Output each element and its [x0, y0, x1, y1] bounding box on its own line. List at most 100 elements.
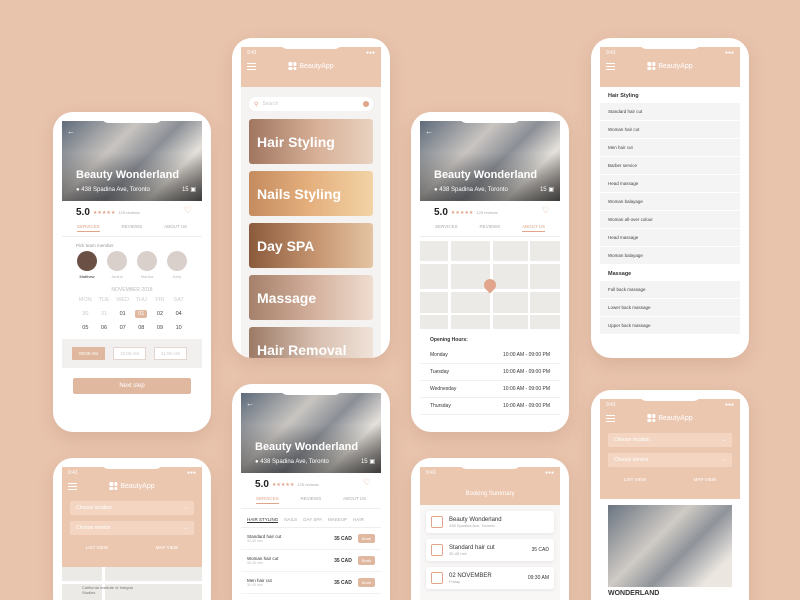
app-logo: BeautyApp: [109, 482, 155, 490]
back-arrow-icon[interactable]: ←: [246, 399, 254, 408]
calendar-day[interactable]: 05: [76, 325, 95, 331]
tab-reviews[interactable]: REVIEWS: [122, 224, 143, 232]
tab-nails[interactable]: NAILS: [284, 517, 297, 523]
back-arrow-icon[interactable]: ←: [67, 127, 75, 136]
review-count[interactable]: 125 reviews: [118, 210, 139, 215]
list-item[interactable]: Full back massage: [600, 281, 740, 299]
list-item[interactable]: Men hair cut: [600, 139, 740, 157]
calendar-day[interactable]: 09: [151, 325, 170, 331]
category-nails-styling[interactable]: Nails Styling: [249, 171, 373, 216]
filter-icon[interactable]: [363, 101, 369, 107]
calendar-icon: [431, 572, 443, 584]
heart-icon[interactable]: ♡: [184, 205, 192, 216]
notch: [638, 38, 702, 49]
list-item[interactable]: Barber service: [600, 157, 740, 175]
book-button[interactable]: Book: [357, 534, 375, 543]
location-select[interactable]: Choose location ⌄: [608, 433, 732, 447]
service-select[interactable]: Choose service ⌄: [608, 453, 732, 467]
list-item[interactable]: Woman hair cut: [600, 121, 740, 139]
list-item[interactable]: Head massage: [600, 229, 740, 247]
tab-map-view[interactable]: MAP VIEW: [694, 477, 716, 482]
expert-option[interactable]: Martha: [137, 251, 157, 279]
menu-icon[interactable]: [606, 62, 615, 70]
tab-reviews[interactable]: REVIEWS: [480, 224, 501, 232]
menu-icon[interactable]: [247, 62, 256, 70]
category-day-spa[interactable]: Day SPA: [249, 223, 373, 268]
salon-card[interactable]: WONDERLAND: [608, 505, 732, 600]
search-input[interactable]: ⚲ Search: [249, 97, 373, 111]
list-item[interactable]: Lower back massage: [600, 299, 740, 317]
tab-reviews[interactable]: REVIEWS: [301, 496, 322, 504]
calendar-day[interactable]: 04: [169, 311, 188, 317]
time-slot[interactable]: 11:00 AM: [154, 347, 187, 360]
time-slot[interactable]: 09:00 AM: [72, 347, 106, 360]
calendar-day-selected[interactable]: 01: [132, 310, 151, 318]
calendar-day[interactable]: 06: [95, 325, 114, 331]
tab-day-spa[interactable]: DAY SPA: [303, 517, 322, 523]
tab-map-view[interactable]: MAP VIEW: [156, 545, 178, 550]
tab-services[interactable]: SERVICES: [435, 224, 458, 232]
menu-icon[interactable]: [68, 482, 77, 490]
rating-value: 5.0: [255, 479, 269, 490]
calendar-day[interactable]: 02: [151, 311, 170, 317]
category-hair-styling[interactable]: Hair Styling: [249, 119, 373, 164]
tab-about[interactable]: ABOUT US: [164, 224, 187, 232]
list-item[interactable]: Head massage: [600, 175, 740, 193]
notch: [100, 112, 164, 123]
tab-services[interactable]: SERVICES: [255, 496, 279, 504]
rating-stars: ★★★★★: [92, 209, 116, 216]
photo-count[interactable]: 15 ▣: [182, 186, 196, 193]
phone-about: ← Beauty Wonderland ● 438 Spadina Ave, T…: [411, 112, 569, 432]
calendar-day: 31: [100, 311, 108, 317]
expert-option[interactable]: Kelly: [167, 251, 187, 279]
photo-count[interactable]: 15 ▣: [540, 186, 554, 193]
service-row: Woman hair cut 30-45 min 35 CAD Book: [241, 550, 381, 572]
list-item[interactable]: Woman balayage: [600, 247, 740, 265]
tab-hair-styling[interactable]: HAIR STYLING: [247, 517, 279, 523]
review-count[interactable]: 125 reviews: [476, 210, 497, 215]
location-select[interactable]: Choose location ⌄: [70, 501, 194, 515]
expert-option[interactable]: Matthew: [77, 251, 97, 279]
service-select[interactable]: Choose service ⌄: [70, 521, 194, 535]
list-item[interactable]: Standard hair cut: [600, 103, 740, 121]
hours-row: Monday 10:00 AM - 09:00 PM: [420, 347, 560, 364]
tab-makeup[interactable]: MAKEUP: [328, 517, 347, 523]
heart-icon[interactable]: ♡: [542, 205, 550, 216]
category-massage[interactable]: Massage: [249, 275, 373, 320]
calendar-day[interactable]: 07: [113, 325, 132, 331]
service-row: Standard hair cut 30-45 min 35 CAD Book: [241, 528, 381, 550]
book-button[interactable]: Book: [357, 556, 375, 565]
results-map[interactable]: California Institute of Integral Studies: [62, 567, 202, 600]
calendar-day[interactable]: 08: [132, 325, 151, 331]
calendar-day[interactable]: 10: [169, 325, 188, 331]
service-category-tabs: HAIR STYLING NAILS DAY SPA MAKEUP HAIR: [241, 509, 381, 528]
time-slot[interactable]: 10:00 AM: [113, 347, 147, 360]
tab-list-view[interactable]: LIST VIEW: [86, 545, 108, 550]
menu-icon[interactable]: [606, 414, 615, 422]
review-count[interactable]: 125 reviews: [297, 482, 318, 487]
phone-booking: ← Beauty Wonderland ● 438 Spadina Ave, T…: [53, 112, 211, 432]
category-hair-removal[interactable]: Hair Removal: [249, 327, 373, 358]
weekday-label: MON: [78, 297, 92, 303]
next-step-button[interactable]: Next step: [73, 378, 191, 394]
expert-option[interactable]: Janine: [107, 251, 127, 279]
tab-about[interactable]: ABOUT US: [343, 496, 366, 504]
photo-count[interactable]: 15 ▣: [361, 458, 375, 465]
tab-services[interactable]: SERVICES: [76, 224, 100, 232]
notch: [279, 38, 343, 49]
list-item[interactable]: Upper back massage: [600, 317, 740, 335]
book-button[interactable]: Book: [357, 578, 375, 587]
back-arrow-icon[interactable]: ←: [425, 127, 433, 136]
location-map[interactable]: [420, 241, 560, 329]
calendar-day[interactable]: 01: [113, 311, 132, 317]
salon-title: Beauty Wonderland: [434, 169, 538, 181]
list-item[interactable]: Woman all-over colour: [600, 211, 740, 229]
heart-icon[interactable]: ♡: [363, 477, 371, 488]
list-item[interactable]: Woman balayage: [600, 193, 740, 211]
avatar: [137, 251, 157, 271]
salon-hero: ← Beauty Wonderland ● 438 Spadina Ave, T…: [420, 121, 560, 201]
tab-about[interactable]: ABOUT US: [522, 224, 546, 232]
tab-list-view[interactable]: LIST VIEW: [624, 477, 646, 482]
tab-hair[interactable]: HAIR: [353, 517, 364, 523]
weekday-label: WED: [116, 297, 130, 303]
